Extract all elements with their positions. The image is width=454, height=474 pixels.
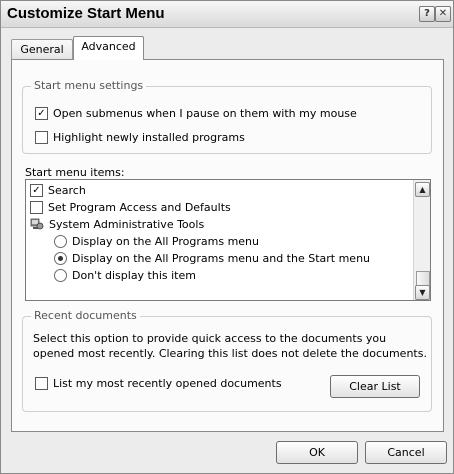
list-item-set-program-access[interactable]: Set Program Access and Defaults [30, 200, 231, 215]
list-scrollbar[interactable]: ▲ ▼ [413, 180, 430, 300]
open-submenus-label: Open submenus when I pause on them with … [53, 107, 357, 120]
start-menu-items-listbox[interactable]: ✓ Search Set Program Access and Defaults … [25, 179, 431, 301]
dont-display-radio[interactable] [54, 268, 67, 282]
list-item-system-admin-tools: System Administrative Tools [30, 217, 204, 232]
start-menu-settings-legend: Start menu settings [31, 79, 147, 92]
admin-tools-icon [30, 218, 44, 230]
display-all-programs-radio[interactable] [54, 234, 67, 248]
ok-button[interactable]: OK [276, 441, 358, 464]
close-button[interactable]: ✕ [435, 6, 451, 22]
display-all-programs-and-start-radio[interactable] [54, 251, 67, 265]
recent-documents-legend: Recent documents [31, 309, 140, 322]
list-item-dont-display[interactable]: Don't display this item [54, 268, 196, 283]
tab-general[interactable]: General [11, 39, 73, 59]
highlight-new-programs-label: Highlight newly installed programs [53, 131, 245, 144]
recent-documents-description: Select this option to provide quick acce… [33, 332, 427, 360]
clear-list-button[interactable]: Clear List [330, 375, 420, 398]
set-program-access-label: Set Program Access and Defaults [48, 201, 231, 214]
list-item-display-all-programs[interactable]: Display on the All Programs menu [54, 234, 259, 249]
display-all-programs-and-start-label: Display on the All Programs menu and the… [72, 252, 371, 265]
help-button[interactable]: ? [419, 6, 435, 22]
start-menu-items-label: Start menu items: [25, 166, 125, 179]
scroll-up-button[interactable]: ▲ [415, 182, 430, 197]
dont-display-label: Don't display this item [72, 269, 196, 282]
open-submenus-option[interactable]: ✓ Open submenus when I pause on them with… [35, 106, 357, 122]
scroll-down-button[interactable]: ▼ [415, 285, 430, 300]
display-all-programs-label: Display on the All Programs menu [72, 235, 259, 248]
set-program-access-checkbox[interactable] [30, 200, 43, 214]
list-recent-documents-checkbox[interactable] [35, 376, 48, 390]
search-label: Search [48, 184, 86, 197]
highlight-new-programs-checkbox[interactable] [35, 130, 48, 144]
system-admin-tools-label: System Administrative Tools [49, 218, 205, 231]
list-recent-documents-label: List my most recently opened documents [53, 377, 282, 390]
title-bar[interactable]: Customize Start Menu ? ✕ [1, 1, 453, 28]
highlight-new-programs-option[interactable]: Highlight newly installed programs [35, 130, 245, 146]
list-item-display-all-programs-and-start[interactable]: Display on the All Programs menu and the… [54, 251, 370, 266]
list-recent-documents-option[interactable]: List my most recently opened documents [35, 376, 282, 392]
open-submenus-checkbox[interactable]: ✓ [35, 106, 48, 120]
list-item-search[interactable]: ✓ Search [30, 183, 86, 198]
cancel-button[interactable]: Cancel [365, 441, 447, 464]
tab-advanced[interactable]: Advanced [73, 36, 144, 60]
window-title: Customize Start Menu [7, 5, 165, 22]
search-checkbox[interactable]: ✓ [30, 183, 43, 197]
